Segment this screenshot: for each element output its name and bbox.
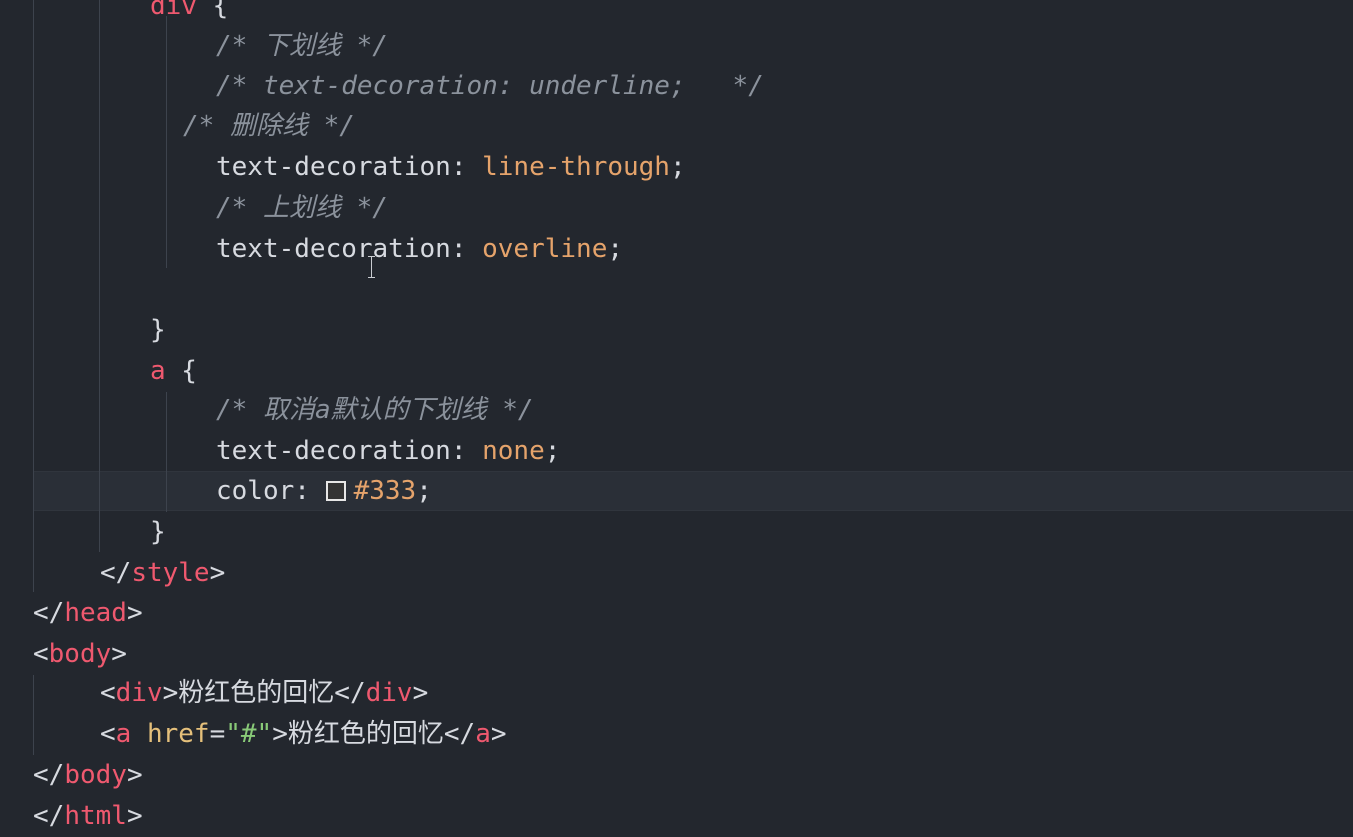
colon: : [294, 476, 326, 506]
code-line[interactable]: <body> [33, 634, 127, 674]
css-selector: a [150, 356, 166, 386]
css-value: #333 [353, 476, 417, 506]
html-tag-name: a [475, 719, 491, 749]
tag-bracket: > [126, 598, 143, 628]
code-line[interactable]: div { [150, 0, 228, 26]
code-line[interactable]: text-decoration: line-through; [216, 147, 686, 187]
code-line[interactable]: </body> [33, 755, 143, 795]
css-property: color [216, 476, 295, 506]
css-value: line-through [482, 152, 670, 182]
color-swatch[interactable] [325, 481, 346, 501]
tag-bracket: </ [334, 678, 366, 708]
brace-close: } [150, 315, 166, 345]
html-tag-name: style [131, 558, 210, 588]
code-line[interactable]: color: #333; [216, 471, 432, 511]
indent-guide [33, 675, 34, 755]
brace-open: { [165, 356, 197, 386]
code-comment: /* 上划线 */ [216, 193, 388, 223]
indent-guide [166, 16, 167, 268]
indent-guide [99, 0, 100, 552]
code-line[interactable]: /* 取消a默认的下划线 */ [216, 390, 534, 430]
code-line[interactable]: /* 删除线 */ [183, 106, 355, 146]
semicolon: ; [607, 234, 624, 264]
tag-bracket: < [100, 719, 116, 749]
element-text: 粉红色的回忆 [178, 678, 335, 708]
code-comment: /* text-decoration: underline; */ [216, 71, 764, 101]
code-line[interactable]: a { [150, 351, 197, 391]
css-property: text-decoration [216, 234, 451, 264]
code-editor[interactable]: div { /* 下划线 */ /* text-decoration: unde… [0, 0, 1353, 837]
tag-bracket: </ [33, 760, 65, 790]
tag-bracket: </ [100, 558, 132, 588]
element-text: 粉红色的回忆 [287, 719, 444, 749]
css-selector: div [150, 0, 197, 21]
code-line[interactable]: </head> [33, 593, 143, 633]
tag-bracket: > [126, 760, 143, 790]
code-line[interactable]: </html> [33, 796, 143, 836]
css-property: text-decoration [216, 152, 451, 182]
html-attribute: href [131, 719, 210, 749]
html-tag-name: body [48, 639, 112, 669]
html-tag-name: div [365, 678, 413, 708]
brace-open: { [196, 0, 229, 21]
code-line[interactable]: } [150, 310, 166, 350]
code-comment: /* 下划线 */ [216, 31, 388, 61]
colon: : [450, 234, 483, 264]
attribute-value: "#" [225, 719, 273, 749]
tag-bracket: > [111, 639, 127, 669]
code-comment: /* 删除线 */ [183, 111, 355, 141]
code-line[interactable]: } [150, 512, 166, 552]
semicolon: ; [669, 152, 686, 182]
code-comment: /* 取消a默认的下划线 */ [216, 395, 534, 425]
ibeam-cursor-icon [368, 256, 375, 278]
tag-bracket: < [100, 678, 116, 708]
tag-bracket: </ [33, 801, 65, 831]
code-line[interactable]: <a href="#">粉红色的回忆</a> [100, 714, 507, 754]
semicolon: ; [416, 476, 432, 506]
code-line[interactable]: <div>粉红色的回忆</div> [100, 673, 428, 713]
css-value: overline [482, 234, 608, 264]
code-line[interactable]: text-decoration: none; [216, 431, 560, 471]
code-line[interactable]: /* 下划线 */ [216, 26, 388, 66]
html-tag-name: a [115, 719, 132, 749]
indent-guide [166, 392, 167, 512]
tag-bracket: > [272, 719, 288, 749]
tag-bracket: > [490, 719, 507, 749]
indent-guide [33, 0, 34, 592]
tag-bracket: > [209, 558, 226, 588]
tag-bracket: < [33, 639, 49, 669]
colon: : [450, 152, 483, 182]
css-value: none [482, 436, 545, 466]
equals-sign: = [209, 719, 226, 749]
code-line[interactable]: </style> [100, 553, 225, 593]
code-line[interactable]: /* 上划线 */ [216, 188, 388, 228]
code-line[interactable]: text-decoration: overline; [216, 229, 623, 269]
css-property: text-decoration [216, 436, 451, 466]
tag-bracket: > [412, 678, 429, 708]
brace-close: } [150, 517, 166, 547]
html-tag-name: html [64, 801, 127, 831]
code-line[interactable]: /* text-decoration: underline; */ [216, 66, 764, 106]
html-tag-name: body [64, 760, 127, 790]
html-tag-name: head [64, 598, 127, 628]
html-tag-name: div [115, 678, 163, 708]
semicolon: ; [544, 436, 561, 466]
tag-bracket: </ [33, 598, 65, 628]
tag-bracket: > [126, 801, 143, 831]
tag-bracket: </ [443, 719, 476, 749]
colon: : [450, 436, 483, 466]
tag-bracket: > [162, 678, 179, 708]
